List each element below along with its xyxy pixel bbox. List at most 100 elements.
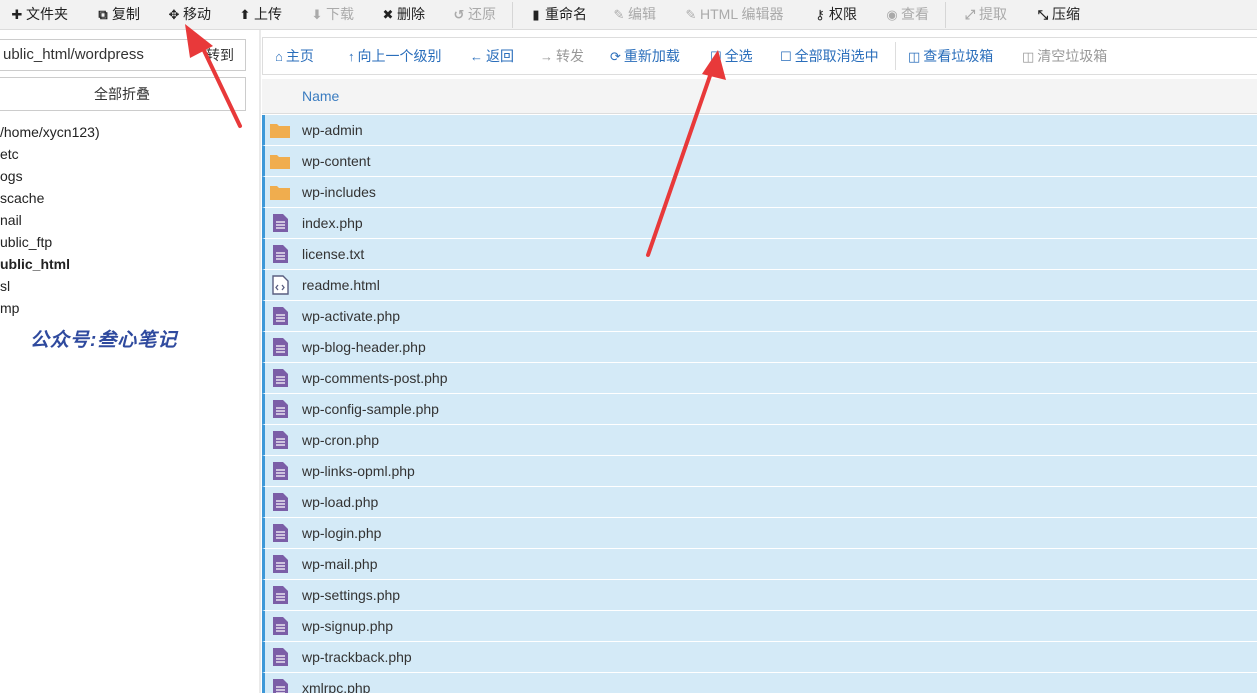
file-icon bbox=[269, 616, 291, 636]
file-name[interactable]: wp-trackback.php bbox=[302, 642, 412, 672]
file-name[interactable]: wp-login.php bbox=[302, 518, 381, 548]
toolbar-divider bbox=[512, 2, 513, 28]
table-row[interactable]: index.php bbox=[262, 208, 1257, 239]
file-name[interactable]: wp-activate.php bbox=[302, 301, 400, 331]
toolbar-divider bbox=[945, 2, 946, 28]
html-editor-button[interactable]: ✎ HTML 编辑器 bbox=[684, 0, 784, 29]
file-name[interactable]: wp-admin bbox=[302, 115, 363, 145]
tree-item-lscache[interactable]: scache bbox=[0, 187, 44, 209]
file-name[interactable]: index.php bbox=[302, 208, 363, 238]
tree-item-logs[interactable]: ogs bbox=[0, 165, 23, 187]
edit-button[interactable]: ✎ 编辑 bbox=[612, 0, 656, 29]
column-header-name[interactable]: Name bbox=[302, 79, 339, 114]
view-button[interactable]: ◉ 查看 bbox=[885, 0, 929, 29]
reload-button[interactable]: ⟳ 重新加载 bbox=[610, 38, 680, 74]
table-row[interactable]: wp-cron.php bbox=[262, 425, 1257, 456]
permissions-button[interactable]: ⚷ 权限 bbox=[813, 0, 857, 29]
tree-item-public-html[interactable]: ublic_html bbox=[0, 253, 70, 275]
back-button[interactable]: ← 返回 bbox=[470, 38, 514, 74]
go-button[interactable]: 转到 bbox=[192, 39, 246, 71]
undo-icon: ↺ bbox=[453, 7, 465, 22]
table-row[interactable]: license.txt bbox=[262, 239, 1257, 270]
forward-label: 转发 bbox=[556, 48, 584, 64]
table-row[interactable]: wp-load.php bbox=[262, 487, 1257, 518]
file-name[interactable]: xmlrpc.php bbox=[302, 673, 370, 693]
table-row[interactable]: wp-mail.php bbox=[262, 549, 1257, 580]
table-row[interactable]: wp-links-opml.php bbox=[262, 456, 1257, 487]
select-all-button[interactable]: ☑ 全选 bbox=[710, 38, 753, 74]
trash-icon: ◫ bbox=[908, 49, 921, 64]
file-name[interactable]: readme.html bbox=[302, 270, 380, 300]
view-label: 查看 bbox=[901, 6, 929, 22]
extract-button[interactable]: ⤢ 提取 bbox=[963, 0, 1007, 29]
restore-button[interactable]: ↺ 还原 bbox=[452, 0, 496, 29]
new-folder-button[interactable]: ✚ 文件夹 bbox=[10, 0, 68, 29]
upload-icon: ⬆ bbox=[239, 7, 251, 22]
folder-icon bbox=[269, 120, 291, 140]
path-input[interactable]: ublic_html/wordpress bbox=[0, 39, 193, 71]
file-name[interactable]: wp-load.php bbox=[302, 487, 378, 517]
expand-icon: ⤢ bbox=[964, 7, 976, 22]
file-name[interactable]: wp-config-sample.php bbox=[302, 394, 439, 424]
move-label: 移动 bbox=[183, 6, 211, 22]
tree-item-etc[interactable]: etc bbox=[0, 143, 19, 165]
empty-trash-button[interactable]: ◫ 清空垃圾箱 bbox=[1022, 38, 1107, 74]
file-name[interactable]: license.txt bbox=[302, 239, 364, 269]
file-name[interactable]: wp-signup.php bbox=[302, 611, 393, 641]
table-row[interactable]: wp-blog-header.php bbox=[262, 332, 1257, 363]
file-icon bbox=[269, 337, 291, 357]
copy-button[interactable]: ⧉ 复制 bbox=[96, 0, 140, 29]
tree-item-tmp[interactable]: mp bbox=[0, 297, 19, 319]
select-all-label: 全选 bbox=[724, 48, 753, 64]
table-row[interactable]: wp-settings.php bbox=[262, 580, 1257, 611]
file-name[interactable]: wp-comments-post.php bbox=[302, 363, 448, 393]
file-icon bbox=[269, 399, 291, 419]
close-icon: ✖ bbox=[382, 7, 394, 22]
folder-icon bbox=[269, 151, 291, 171]
table-row[interactable]: wp-content bbox=[262, 146, 1257, 177]
home-button[interactable]: ⌂ 主页 bbox=[275, 38, 314, 74]
collapse-all-button[interactable]: 全部折叠 bbox=[0, 77, 246, 111]
table-row[interactable]: wp-config-sample.php bbox=[262, 394, 1257, 425]
file-name[interactable]: wp-mail.php bbox=[302, 549, 377, 579]
download-button[interactable]: ⬇ 下载 bbox=[310, 0, 354, 29]
rename-button[interactable]: ▮ 重命名 bbox=[529, 0, 587, 29]
table-row[interactable]: wp-login.php bbox=[262, 518, 1257, 549]
file-name[interactable]: wp-content bbox=[302, 146, 370, 176]
tree-item-mail[interactable]: nail bbox=[0, 209, 22, 231]
file-name[interactable]: wp-cron.php bbox=[302, 425, 379, 455]
upload-button[interactable]: ⬆ 上传 bbox=[238, 0, 282, 29]
deselect-all-button[interactable]: ☐ 全部取消选中 bbox=[780, 38, 879, 74]
table-row[interactable]: wp-signup.php bbox=[262, 611, 1257, 642]
file-name[interactable]: wp-includes bbox=[302, 177, 376, 207]
edit-label: 编辑 bbox=[628, 6, 656, 22]
home-label: 主页 bbox=[285, 48, 314, 64]
table-row[interactable]: wp-comments-post.php bbox=[262, 363, 1257, 394]
file-name[interactable]: wp-links-opml.php bbox=[302, 456, 415, 486]
view-trash-button[interactable]: ◫ 查看垃圾箱 bbox=[908, 38, 993, 74]
table-row[interactable]: wp-trackback.php bbox=[262, 642, 1257, 673]
key-icon: ⚷ bbox=[815, 7, 825, 22]
file-name[interactable]: wp-settings.php bbox=[302, 580, 400, 610]
file-name[interactable]: wp-blog-header.php bbox=[302, 332, 426, 362]
tree-item-home[interactable]: /home/xycn123) bbox=[0, 121, 100, 143]
up-one-level-button[interactable]: ↑ 向上一个级别 bbox=[348, 38, 442, 74]
delete-button[interactable]: ✖ 删除 bbox=[381, 0, 425, 29]
tree-item-ssl[interactable]: sl bbox=[0, 275, 10, 297]
watermark: 公众号:叁心笔记 bbox=[30, 330, 178, 351]
table-row[interactable]: wp-includes bbox=[262, 177, 1257, 208]
reload-label: 重新加载 bbox=[623, 48, 680, 64]
file-icon: ▮ bbox=[532, 7, 540, 22]
download-icon: ⬇ bbox=[311, 7, 323, 22]
forward-button[interactable]: → 转发 bbox=[540, 38, 584, 74]
panel-divider bbox=[259, 30, 261, 693]
delete-label: 删除 bbox=[397, 6, 425, 22]
move-button[interactable]: ✥ 移动 bbox=[167, 0, 211, 29]
arrow-right-icon: → bbox=[540, 49, 553, 64]
table-row[interactable]: wp-activate.php bbox=[262, 301, 1257, 332]
compress-button[interactable]: ⤡ 压缩 bbox=[1036, 0, 1080, 29]
table-row[interactable]: readme.html bbox=[262, 270, 1257, 301]
table-row[interactable]: xmlrpc.php bbox=[262, 673, 1257, 693]
table-row[interactable]: wp-admin bbox=[262, 115, 1257, 146]
tree-item-public-ftp[interactable]: ublic_ftp bbox=[0, 231, 52, 253]
